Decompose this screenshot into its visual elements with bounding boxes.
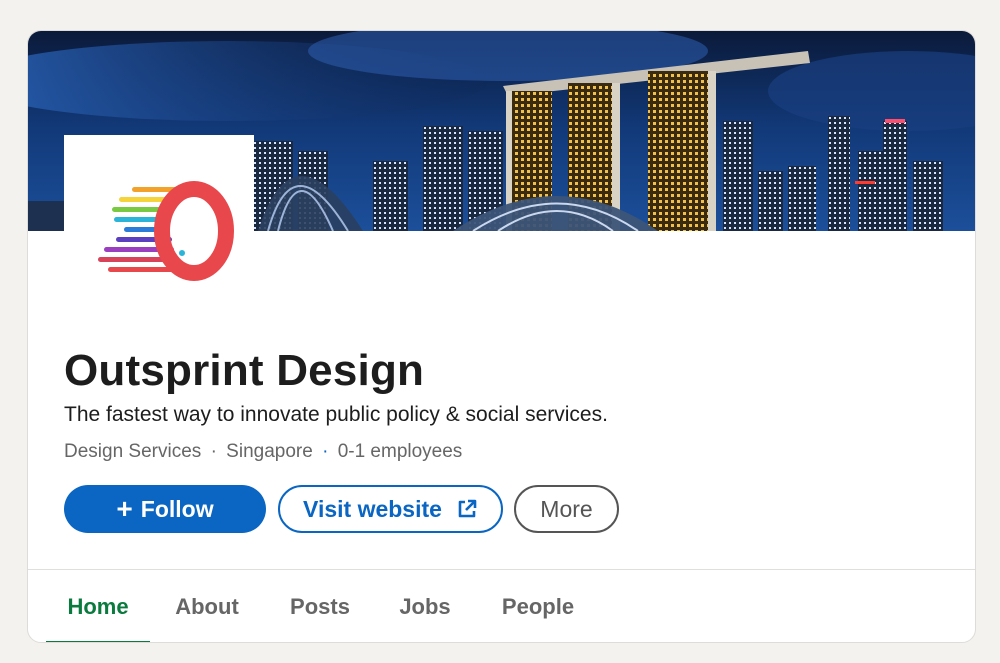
external-link-icon [458, 499, 477, 518]
tab-posts[interactable]: Posts [276, 570, 364, 642]
more-button[interactable]: More [514, 485, 619, 533]
meta-separator: · [210, 441, 217, 462]
company-tagline: The fastest way to innovate public polic… [64, 403, 608, 426]
tab-people[interactable]: People [488, 570, 588, 642]
tab-about[interactable]: About [162, 570, 252, 642]
company-size: 0-1 employees [337, 441, 463, 462]
tab-label: Home [67, 594, 129, 619]
tab-label: About [175, 594, 239, 619]
tab-jobs[interactable]: Jobs [388, 570, 462, 642]
follow-button[interactable]: + Follow [64, 485, 266, 533]
page-tabs: Home About Posts Jobs People [28, 570, 975, 642]
tab-label: Posts [290, 594, 350, 619]
company-logo [64, 135, 254, 315]
company-name: Outsprint Design [64, 346, 425, 395]
visit-website-button[interactable]: Visit website [278, 485, 503, 533]
tab-home[interactable]: Home [46, 570, 150, 642]
plus-icon: + [116, 493, 133, 524]
tab-label: Jobs [399, 594, 451, 619]
more-label: More [540, 495, 593, 522]
visit-website-label: Visit website [303, 495, 442, 522]
follow-label: Follow [140, 495, 214, 522]
company-industry: Design Services [64, 441, 202, 462]
company-location: Singapore [226, 441, 313, 462]
meta-separator: · [322, 441, 329, 462]
company-meta: Design Services · Singapore · 0-1 employ… [64, 439, 462, 465]
company-profile-card: Outsprint Design The fastest way to inno… [27, 30, 976, 643]
tab-label: People [501, 594, 575, 619]
